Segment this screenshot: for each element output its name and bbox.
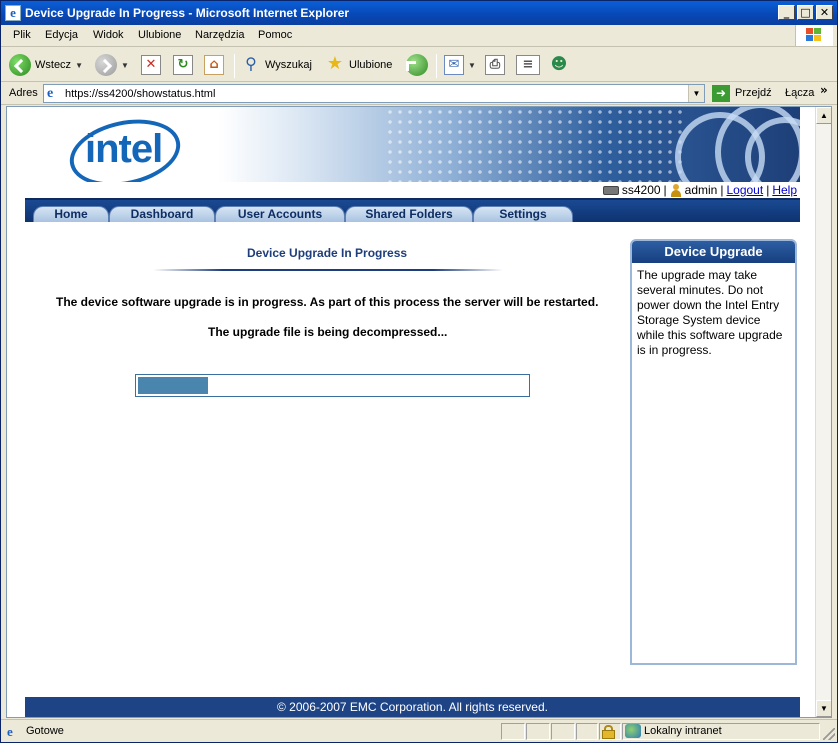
help-side-panel: Device Upgrade The upgrade may take seve…: [630, 239, 797, 665]
page-viewport: intel ss4200 | admin | Logout | Help Hom…: [6, 106, 832, 718]
logout-link[interactable]: Logout: [726, 183, 763, 197]
user-bar: ss4200 | admin | Logout | Help: [25, 182, 800, 198]
mail-button[interactable]: ✉ ▼: [444, 53, 476, 77]
page-status-icon: e: [7, 724, 13, 739]
forward-arrow-icon: [95, 54, 117, 76]
page-footer: © 2006-2007 EMC Corporation. All rights …: [25, 697, 800, 717]
page-icon: e: [47, 86, 54, 101]
status-bar: e Gotowe Lokalny intranet: [1, 719, 837, 742]
header-banner: intel: [25, 107, 800, 182]
minimize-button[interactable]: _: [778, 5, 795, 20]
search-icon: ⚲: [245, 54, 257, 73]
window-title: Device Upgrade In Progress - Microsoft I…: [25, 6, 350, 20]
address-input[interactable]: e https://ss4200/showstatus.html ▼: [43, 84, 705, 103]
scroll-up-icon[interactable]: ▲: [816, 107, 831, 124]
progress-fill: [138, 377, 208, 394]
separator: |: [663, 183, 667, 197]
edit-button[interactable]: ≡: [516, 53, 540, 77]
separator: |: [720, 183, 724, 197]
history-button[interactable]: [406, 53, 428, 77]
stop-button[interactable]: ✕: [141, 53, 161, 77]
menu-bar: Plik Edycja Widok Ulubione Narzędzia Pom…: [1, 25, 837, 47]
server-name: ss4200: [621, 183, 661, 197]
upgrade-progress-bar: [135, 374, 530, 397]
forward-dropdown-icon[interactable]: ▼: [121, 61, 129, 70]
menu-tools[interactable]: Narzędzia: [195, 29, 245, 41]
mail-dropdown-icon[interactable]: ▼: [468, 61, 476, 70]
menu-file[interactable]: Plik: [13, 29, 31, 41]
search-button[interactable]: ⚲ Wyszukaj: [241, 53, 312, 77]
print-icon: ⎙: [485, 55, 505, 75]
resize-grip-icon[interactable]: [823, 728, 835, 740]
scroll-down-icon[interactable]: ▼: [816, 700, 831, 717]
mail-icon: ✉: [444, 55, 464, 75]
vertical-scrollbar[interactable]: ▲ ▼: [815, 107, 831, 717]
title-divider: [153, 269, 503, 271]
side-panel-body: The upgrade may take several minutes. Do…: [637, 268, 783, 357]
back-label: Wstecz: [35, 59, 72, 71]
messenger-button[interactable]: ☻: [549, 53, 569, 77]
web-page: intel ss4200 | admin | Logout | Help Hom…: [25, 107, 800, 717]
menu-favorites[interactable]: Ulubione: [138, 29, 181, 41]
tab-shared-folders[interactable]: Shared Folders: [345, 206, 473, 222]
messenger-icon: ☻: [550, 54, 568, 73]
close-button[interactable]: ✕: [816, 5, 833, 20]
back-button[interactable]: Wstecz ▼: [9, 53, 83, 77]
menu-edit[interactable]: Edycja: [45, 29, 78, 41]
edit-icon: ≡: [516, 55, 540, 75]
toolbar: Wstecz ▼ ▼ ✕ ↻ ⌂ ⚲ Wyszukaj ★ Ulubione ✉…: [1, 48, 837, 82]
favorites-button[interactable]: ★ Ulubione: [325, 53, 393, 77]
ie-icon: e: [5, 5, 21, 21]
print-button[interactable]: ⎙: [485, 53, 505, 77]
upgrade-title: Device Upgrade In Progress: [247, 246, 408, 260]
refresh-icon: ↻: [173, 55, 193, 75]
back-arrow-icon: [9, 54, 31, 76]
intranet-zone-icon: [625, 724, 641, 738]
server-icon: [602, 185, 619, 195]
go-button[interactable]: Przejdź: [735, 87, 772, 99]
separator: |: [766, 183, 770, 197]
favorites-label: Ulubione: [349, 59, 393, 71]
back-dropdown-icon[interactable]: ▼: [75, 61, 83, 70]
menu-help[interactable]: Pomoc: [258, 29, 292, 41]
refresh-button[interactable]: ↻: [173, 53, 193, 77]
star-icon: ★: [326, 53, 344, 74]
address-dropdown-icon[interactable]: ▼: [688, 85, 704, 102]
title-bar: e Device Upgrade In Progress - Microsoft…: [1, 1, 837, 25]
tab-user-accounts[interactable]: User Accounts: [215, 206, 345, 222]
chevron-right-icon[interactable]: »: [820, 83, 828, 97]
status-text: Gotowe: [26, 725, 64, 737]
security-zone[interactable]: Lokalny intranet: [644, 725, 722, 737]
forward-button[interactable]: ▼: [95, 53, 129, 77]
intel-logo-text: intel: [85, 127, 163, 171]
nav-bar: Home Dashboard User Accounts Shared Fold…: [25, 198, 800, 222]
address-label: Adres: [9, 87, 38, 99]
address-url[interactable]: https://ss4200/showstatus.html: [65, 88, 215, 100]
address-bar: Adres e https://ss4200/showstatus.html ▼…: [1, 82, 837, 105]
upgrade-message: The device software upgrade is in progre…: [56, 295, 599, 309]
home-icon: ⌂: [204, 55, 224, 75]
go-arrow-icon[interactable]: ➜: [712, 85, 730, 102]
browser-window: e Device Upgrade In Progress - Microsoft…: [0, 0, 838, 743]
stop-icon: ✕: [141, 55, 161, 75]
window-controls: _ □ ✕: [778, 5, 833, 20]
upgrade-status: The upgrade file is being decompressed..…: [208, 325, 448, 339]
menu-view[interactable]: Widok: [93, 29, 124, 41]
tab-settings[interactable]: Settings: [473, 206, 573, 222]
help-link[interactable]: Help: [772, 183, 797, 197]
windows-logo-icon: [795, 25, 833, 46]
user-name: admin: [684, 183, 718, 197]
tab-home[interactable]: Home: [33, 206, 109, 222]
search-label: Wyszukaj: [265, 59, 312, 71]
user-icon: [670, 183, 682, 197]
toolbar-separator: [234, 54, 235, 78]
toolbar-separator: [436, 54, 437, 78]
links-button[interactable]: Łącza: [785, 87, 814, 99]
lock-icon[interactable]: [602, 725, 615, 739]
maximize-button[interactable]: □: [797, 5, 814, 20]
home-button[interactable]: ⌂: [204, 53, 224, 77]
history-icon: [406, 54, 428, 76]
tab-dashboard[interactable]: Dashboard: [109, 206, 215, 222]
side-panel-title: Device Upgrade: [632, 241, 795, 263]
